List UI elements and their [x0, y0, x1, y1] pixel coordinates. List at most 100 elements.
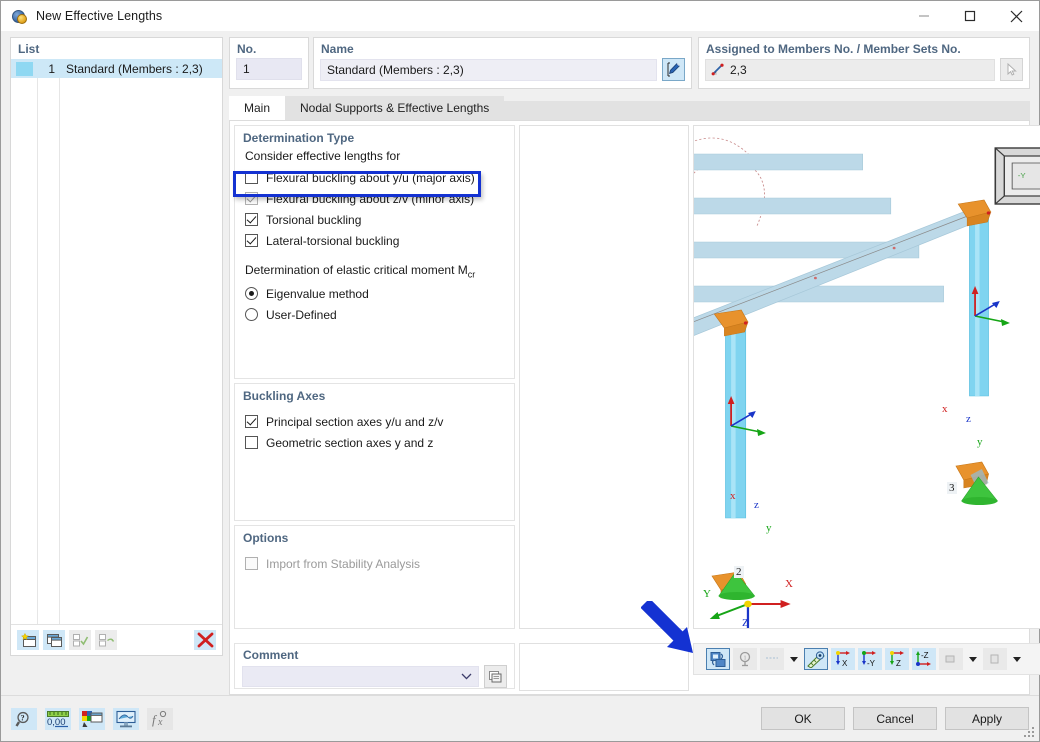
content-area: Main Nodal Supports & Effective Lengths … — [229, 96, 1040, 695]
checkbox-lateral-torsional[interactable]: Lateral-torsional buckling — [245, 230, 506, 251]
render-mode-button[interactable] — [706, 648, 730, 670]
delete-item-button[interactable] — [194, 630, 216, 650]
new-item-button[interactable] — [17, 630, 39, 650]
help-magnifier-icon[interactable]: ? — [11, 707, 37, 730]
checkbox-flexural-y-box[interactable] — [245, 171, 258, 184]
axis-z-icon[interactable]: Z — [885, 648, 909, 670]
minimize-icon[interactable] — [901, 1, 947, 31]
options-group: Options Import from Stability Analysis — [234, 525, 515, 629]
resize-grip[interactable] — [1024, 727, 1036, 739]
pencil-edit-icon[interactable] — [662, 58, 685, 81]
axis-x-icon[interactable]: X — [831, 648, 855, 670]
name-input[interactable]: Standard (Members : 2,3) — [320, 58, 657, 81]
checkbox-geometric-axes[interactable]: Geometric section axes y and z — [245, 432, 506, 453]
list-item[interactable]: 1 Standard (Members : 2,3) — [11, 59, 222, 78]
assigned-label: Assigned to Members No. / Member Sets No… — [706, 42, 961, 56]
axis-negy-icon[interactable]: -Y — [858, 648, 882, 670]
footer-icon-group: ? 0,00 f x — [11, 707, 173, 730]
title-bar: New Effective Lengths — [1, 1, 1039, 31]
footer-button-group: OK Cancel Apply — [761, 707, 1029, 730]
axis-label-y-member2: y — [766, 522, 772, 534]
dimension-icon — [760, 648, 784, 670]
member-label-2: 2 — [734, 566, 744, 578]
comment-input[interactable] — [242, 666, 479, 687]
list-panel: List 1 Standard (Members : 2,3) — [10, 37, 223, 656]
preview-column — [515, 121, 693, 694]
checkbox-flexural-z-label: Flexural buckling about z/v (minor axis) — [266, 191, 475, 206]
axis-label-y-member3: y — [977, 436, 983, 448]
checkbox-flexural-y[interactable]: Flexural buckling about y/u (major axis) — [245, 167, 506, 188]
axis-label-Z-global: Z — [742, 617, 749, 629]
mcr-subscript: cr — [467, 269, 476, 280]
svg-text:X: X — [842, 659, 848, 668]
axis-label-x-member2: x — [730, 490, 736, 502]
chevron-down-icon[interactable] — [461, 671, 472, 683]
dimension-dropdown-caret[interactable] — [787, 648, 801, 670]
tab-main[interactable]: Main — [229, 96, 286, 120]
fx-icon: f x — [147, 707, 173, 730]
copy-item-button[interactable] — [43, 630, 65, 650]
list-header: List — [18, 42, 40, 56]
shading-dropdown-caret[interactable] — [966, 648, 980, 670]
window-controls — [901, 1, 1039, 31]
comment-title: Comment — [243, 648, 299, 662]
ruler-eye-icon[interactable] — [804, 648, 828, 670]
apply-button[interactable]: Apply — [945, 707, 1029, 730]
checkbox-principal-axes-box[interactable] — [245, 415, 258, 428]
list-item-number: 1 — [48, 61, 55, 76]
axis-label-Y-global: Y — [703, 588, 711, 600]
axis-negz-icon[interactable]: -Z — [912, 648, 936, 670]
assigned-panel: Assigned to Members No. / Member Sets No… — [698, 37, 1030, 89]
transparency-dropdown-caret[interactable] — [1010, 648, 1024, 670]
effective-lengths-icon — [10, 7, 28, 25]
checkbox-torsional[interactable]: Torsional buckling — [245, 209, 506, 230]
axis-label-X-global: X — [785, 578, 793, 590]
radio-user-defined[interactable]: User-Defined — [245, 304, 506, 325]
footer-bar: ? 0,00 f x OK Cancel Apply — [1, 695, 1039, 741]
view-cube-graphic: -Y X — [994, 147, 1040, 205]
close-icon[interactable] — [993, 1, 1039, 31]
checkbox-torsional-box[interactable] — [245, 213, 258, 226]
window-title: New Effective Lengths — [36, 9, 163, 23]
maximize-icon[interactable] — [947, 1, 993, 31]
checkbox-geometric-axes-label: Geometric section axes y and z — [266, 435, 434, 450]
invert-selection-button — [95, 630, 117, 650]
checkbox-principal-axes[interactable]: Principal section axes y/u and z/v — [245, 411, 506, 432]
ok-button[interactable]: OK — [761, 707, 845, 730]
preview-footer-panel — [519, 643, 689, 691]
units-0-00-icon[interactable]: 0,00 — [45, 707, 71, 730]
checkbox-lateral-torsional-box[interactable] — [245, 234, 258, 247]
assigned-input[interactable]: i 2,3 — [705, 58, 995, 81]
comment-group: Comment — [234, 643, 515, 689]
transparency-icon — [983, 648, 1007, 670]
lamp-info-icon: 1 — [733, 648, 757, 670]
axis-label-z-member2: z — [754, 499, 759, 511]
checkbox-import-stability-box — [245, 557, 258, 570]
checkbox-flexural-z-box — [245, 192, 258, 205]
no-input[interactable]: 1 — [236, 58, 302, 80]
cancel-button[interactable]: Cancel — [853, 707, 937, 730]
tab-nodal-supports[interactable]: Nodal Supports & Effective Lengths — [285, 96, 505, 120]
comment-library-icon[interactable] — [484, 665, 507, 688]
checkbox-import-stability-label: Import from Stability Analysis — [266, 556, 421, 571]
svg-text:?: ? — [21, 713, 25, 722]
monitor-icon[interactable] — [113, 707, 139, 730]
dialog-window: New Effective Lengths List 1 Standard (M… — [0, 0, 1040, 742]
colors-window-icon[interactable] — [79, 707, 105, 730]
name-panel: Name Standard (Members : 2,3) — [313, 37, 692, 89]
list-item-label: Standard (Members : 2,3) — [66, 61, 203, 76]
buckling-axes-title: Buckling Axes — [243, 389, 326, 403]
radio-user-defined-dot[interactable] — [245, 308, 258, 322]
checkbox-flexural-z: Flexural buckling about z/v (minor axis) — [245, 188, 506, 209]
model-viewport[interactable]: -Y X x y z 3 x y z 2 X Y Z — [693, 125, 1040, 629]
axis-label-x-member3: x — [942, 403, 948, 415]
checkbox-import-stability: Import from Stability Analysis — [245, 553, 506, 574]
settings-column: Determination Type Consider effective le… — [230, 121, 515, 694]
svg-text:-Z: -Z — [921, 651, 929, 660]
radio-eigenvalue-method[interactable]: Eigenvalue method — [245, 283, 506, 304]
svg-text:x: x — [157, 717, 163, 728]
checkbox-geometric-axes-box[interactable] — [245, 436, 258, 449]
checkbox-torsional-label: Torsional buckling — [266, 212, 362, 227]
radio-eigenvalue-method-dot[interactable] — [245, 287, 258, 301]
tab-page-main: Determination Type Consider effective le… — [229, 120, 1040, 695]
